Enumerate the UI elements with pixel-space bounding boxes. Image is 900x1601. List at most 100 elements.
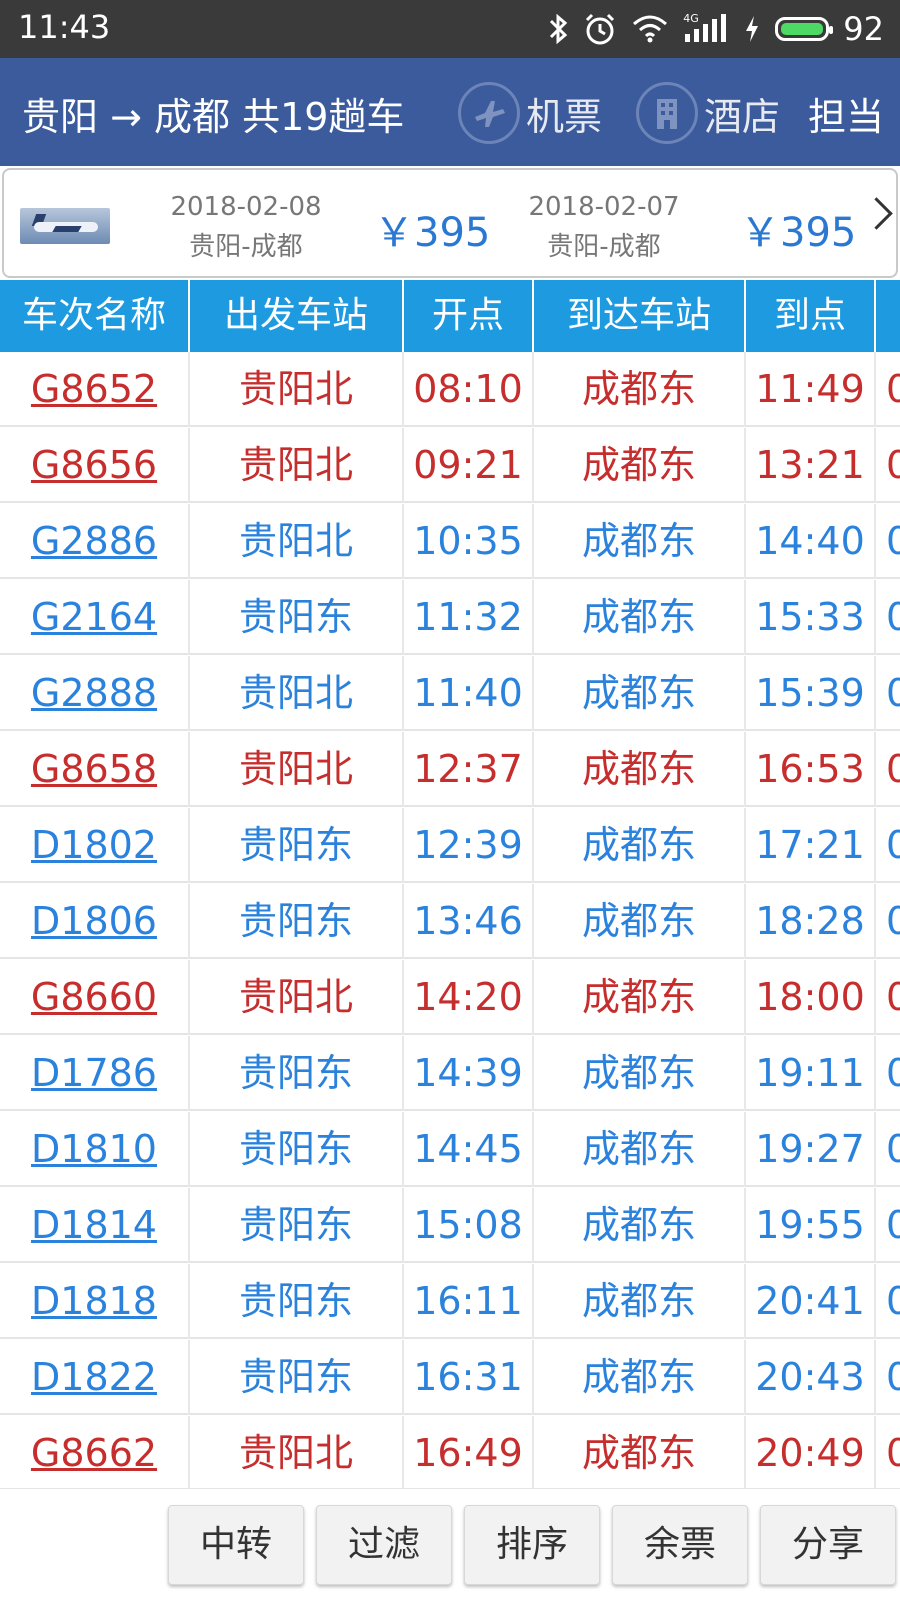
table-row[interactable]: D1818贵阳东16:11成都东20:410 [0,1264,900,1339]
next-column-value: 0 [876,808,900,883]
table-row[interactable]: D1806贵阳东13:46成都东18:280 [0,884,900,959]
train-number-link[interactable]: G8658 [0,732,190,807]
departure-station: 贵阳北 [190,960,404,1035]
charging-icon [743,14,761,44]
departure-time: 16:31 [404,1340,534,1415]
departure-station: 贵阳北 [190,656,404,731]
flight-price[interactable]: ￥395 [740,200,856,258]
table-row[interactable]: D1786贵阳东14:39成都东19:110 [0,1036,900,1111]
departure-station: 贵阳北 [190,732,404,807]
sort-button[interactable]: 排序 [464,1505,600,1585]
column-header-arrive[interactable]: 到点 [746,280,876,352]
train-number-link[interactable]: D1806 [0,884,190,959]
train-number-link[interactable]: G2164 [0,580,190,655]
next-column-value: 0 [876,352,900,427]
train-table: 车次名称 出发车站 开点 到达车站 到点 G8652 贵阳北 08:10 成都东 11:… [0,280,900,1488]
hotel-label: 酒店 [704,94,781,139]
arrival-station: 成都东 [534,732,746,807]
transfer-button[interactable]: 中转 [168,1505,304,1585]
train-number-link[interactable]: D1810 [0,1112,190,1187]
arrival-time: 11:49 [746,352,876,427]
arrival-time: 17:21 [746,808,876,883]
departure-time: 10:35 [404,504,534,579]
arrival-time: 15:33 [746,580,876,655]
column-header-to[interactable]: 到达车站 [534,280,746,352]
extra-menu-label[interactable]: 担当 [808,86,884,141]
arrival-time: 15:39 [746,656,876,731]
table-row[interactable]: G2888贵阳北11:40成都东15:390 [0,656,900,731]
train-number-link[interactable]: D1802 [0,808,190,883]
status-bar: 11:43 4G 92 [0,0,900,58]
bluetooth-icon [547,13,569,45]
arrival-station: 成都东 [534,1036,746,1111]
arrival-station: 成都东 [534,580,746,655]
chevron-right-icon[interactable] [860,197,893,230]
column-header-depart[interactable]: 开点 [404,280,534,352]
column-header-train[interactable]: 车次名称 [0,280,190,352]
battery-icon [775,17,834,41]
train-number-link[interactable]: D1814 [0,1188,190,1263]
departure-time: 11:40 [404,656,534,731]
departure-time: 08:10 [404,352,534,427]
departure-time: 12:37 [404,732,534,807]
arrival-station: 成都东 [534,1340,746,1415]
train-number-link[interactable]: G8652 [0,352,190,427]
departure-station: 贵阳东 [190,1036,404,1111]
train-number-link[interactable]: G8656 [0,428,190,503]
next-column-value: 0 [876,1416,900,1488]
departure-station: 贵阳北 [190,352,404,427]
arrival-station: 成都东 [534,1264,746,1339]
battery-level: 92 [843,10,884,48]
flight-offers-strip[interactable]: 2018-02-08 贵阳-成都 ￥395 2018-02-07 贵阳-成都 ￥… [2,168,898,278]
remaining-tickets-button[interactable]: 余票 [612,1505,748,1585]
arrival-time: 19:55 [746,1188,876,1263]
hotel-button[interactable]: 酒店 [636,78,780,148]
train-number-link[interactable]: G2886 [0,504,190,579]
table-row[interactable]: D1822贵阳东16:31成都东20:430 [0,1340,900,1415]
next-column-value: 0 [876,960,900,1035]
table-row[interactable]: D1802贵阳东12:39成都东17:210 [0,808,900,883]
flight-route: 贵阳-成都 [547,232,661,262]
departure-time: 15:08 [404,1188,534,1263]
arrival-station: 成都东 [534,1112,746,1187]
train-number-link[interactable]: D1818 [0,1264,190,1339]
table-row[interactable]: D1810贵阳东14:45成都东19:270 [0,1112,900,1187]
share-button[interactable]: 分享 [760,1505,896,1585]
departure-time: 14:39 [404,1036,534,1111]
table-row[interactable]: G2886贵阳北10:35成都东14:400 [0,504,900,579]
train-number-link[interactable]: G2888 [0,656,190,731]
arrival-time: 20:49 [746,1416,876,1488]
table-row[interactable]: G8658贵阳北12:37成都东16:530 [0,732,900,807]
arrival-time: 19:11 [746,1036,876,1111]
next-column-value: 0 [876,884,900,959]
table-row[interactable]: G8662贵阳北16:49成都东20:490 [0,1416,900,1488]
arrival-time: 19:27 [746,1112,876,1187]
departure-time: 09:21 [404,428,534,503]
flight-price[interactable]: ￥395 [374,200,490,258]
filter-button[interactable]: 过滤 [316,1505,452,1585]
departure-time: 16:49 [404,1416,534,1488]
train-number-link[interactable]: G8662 [0,1416,190,1488]
departure-station: 贵阳东 [190,1188,404,1263]
table-row[interactable]: D1814贵阳东15:08成都东19:550 [0,1188,900,1263]
departure-time: 13:46 [404,884,534,959]
status-time: 11:43 [18,8,111,46]
table-row[interactable]: G8656贵阳北09:21成都东13:210 [0,428,900,503]
next-column-value: 0 [876,1112,900,1187]
train-number-link[interactable]: D1822 [0,1340,190,1415]
arrival-station: 成都东 [534,656,746,731]
arrival-station: 成都东 [534,960,746,1035]
flight-button[interactable]: 机票 [458,78,602,148]
train-number-link[interactable]: G8660 [0,960,190,1035]
table-row[interactable]: G2164贵阳东11:32成都东15:330 [0,580,900,655]
table-row[interactable]: G8660贵阳北14:20成都东18:000 [0,960,900,1035]
table-row[interactable]: G8652贵阳北08:10成都东11:490 [0,352,900,427]
arrival-time: 18:00 [746,960,876,1035]
table-header: 车次名称 出发车站 开点 到达车站 到点 [0,280,900,352]
departure-time: 14:45 [404,1112,534,1187]
train-number-link[interactable]: D1786 [0,1036,190,1111]
column-header-from[interactable]: 出发车站 [190,280,404,352]
arrival-time: 20:43 [746,1340,876,1415]
wifi-icon [631,14,669,44]
arrival-station: 成都东 [534,504,746,579]
